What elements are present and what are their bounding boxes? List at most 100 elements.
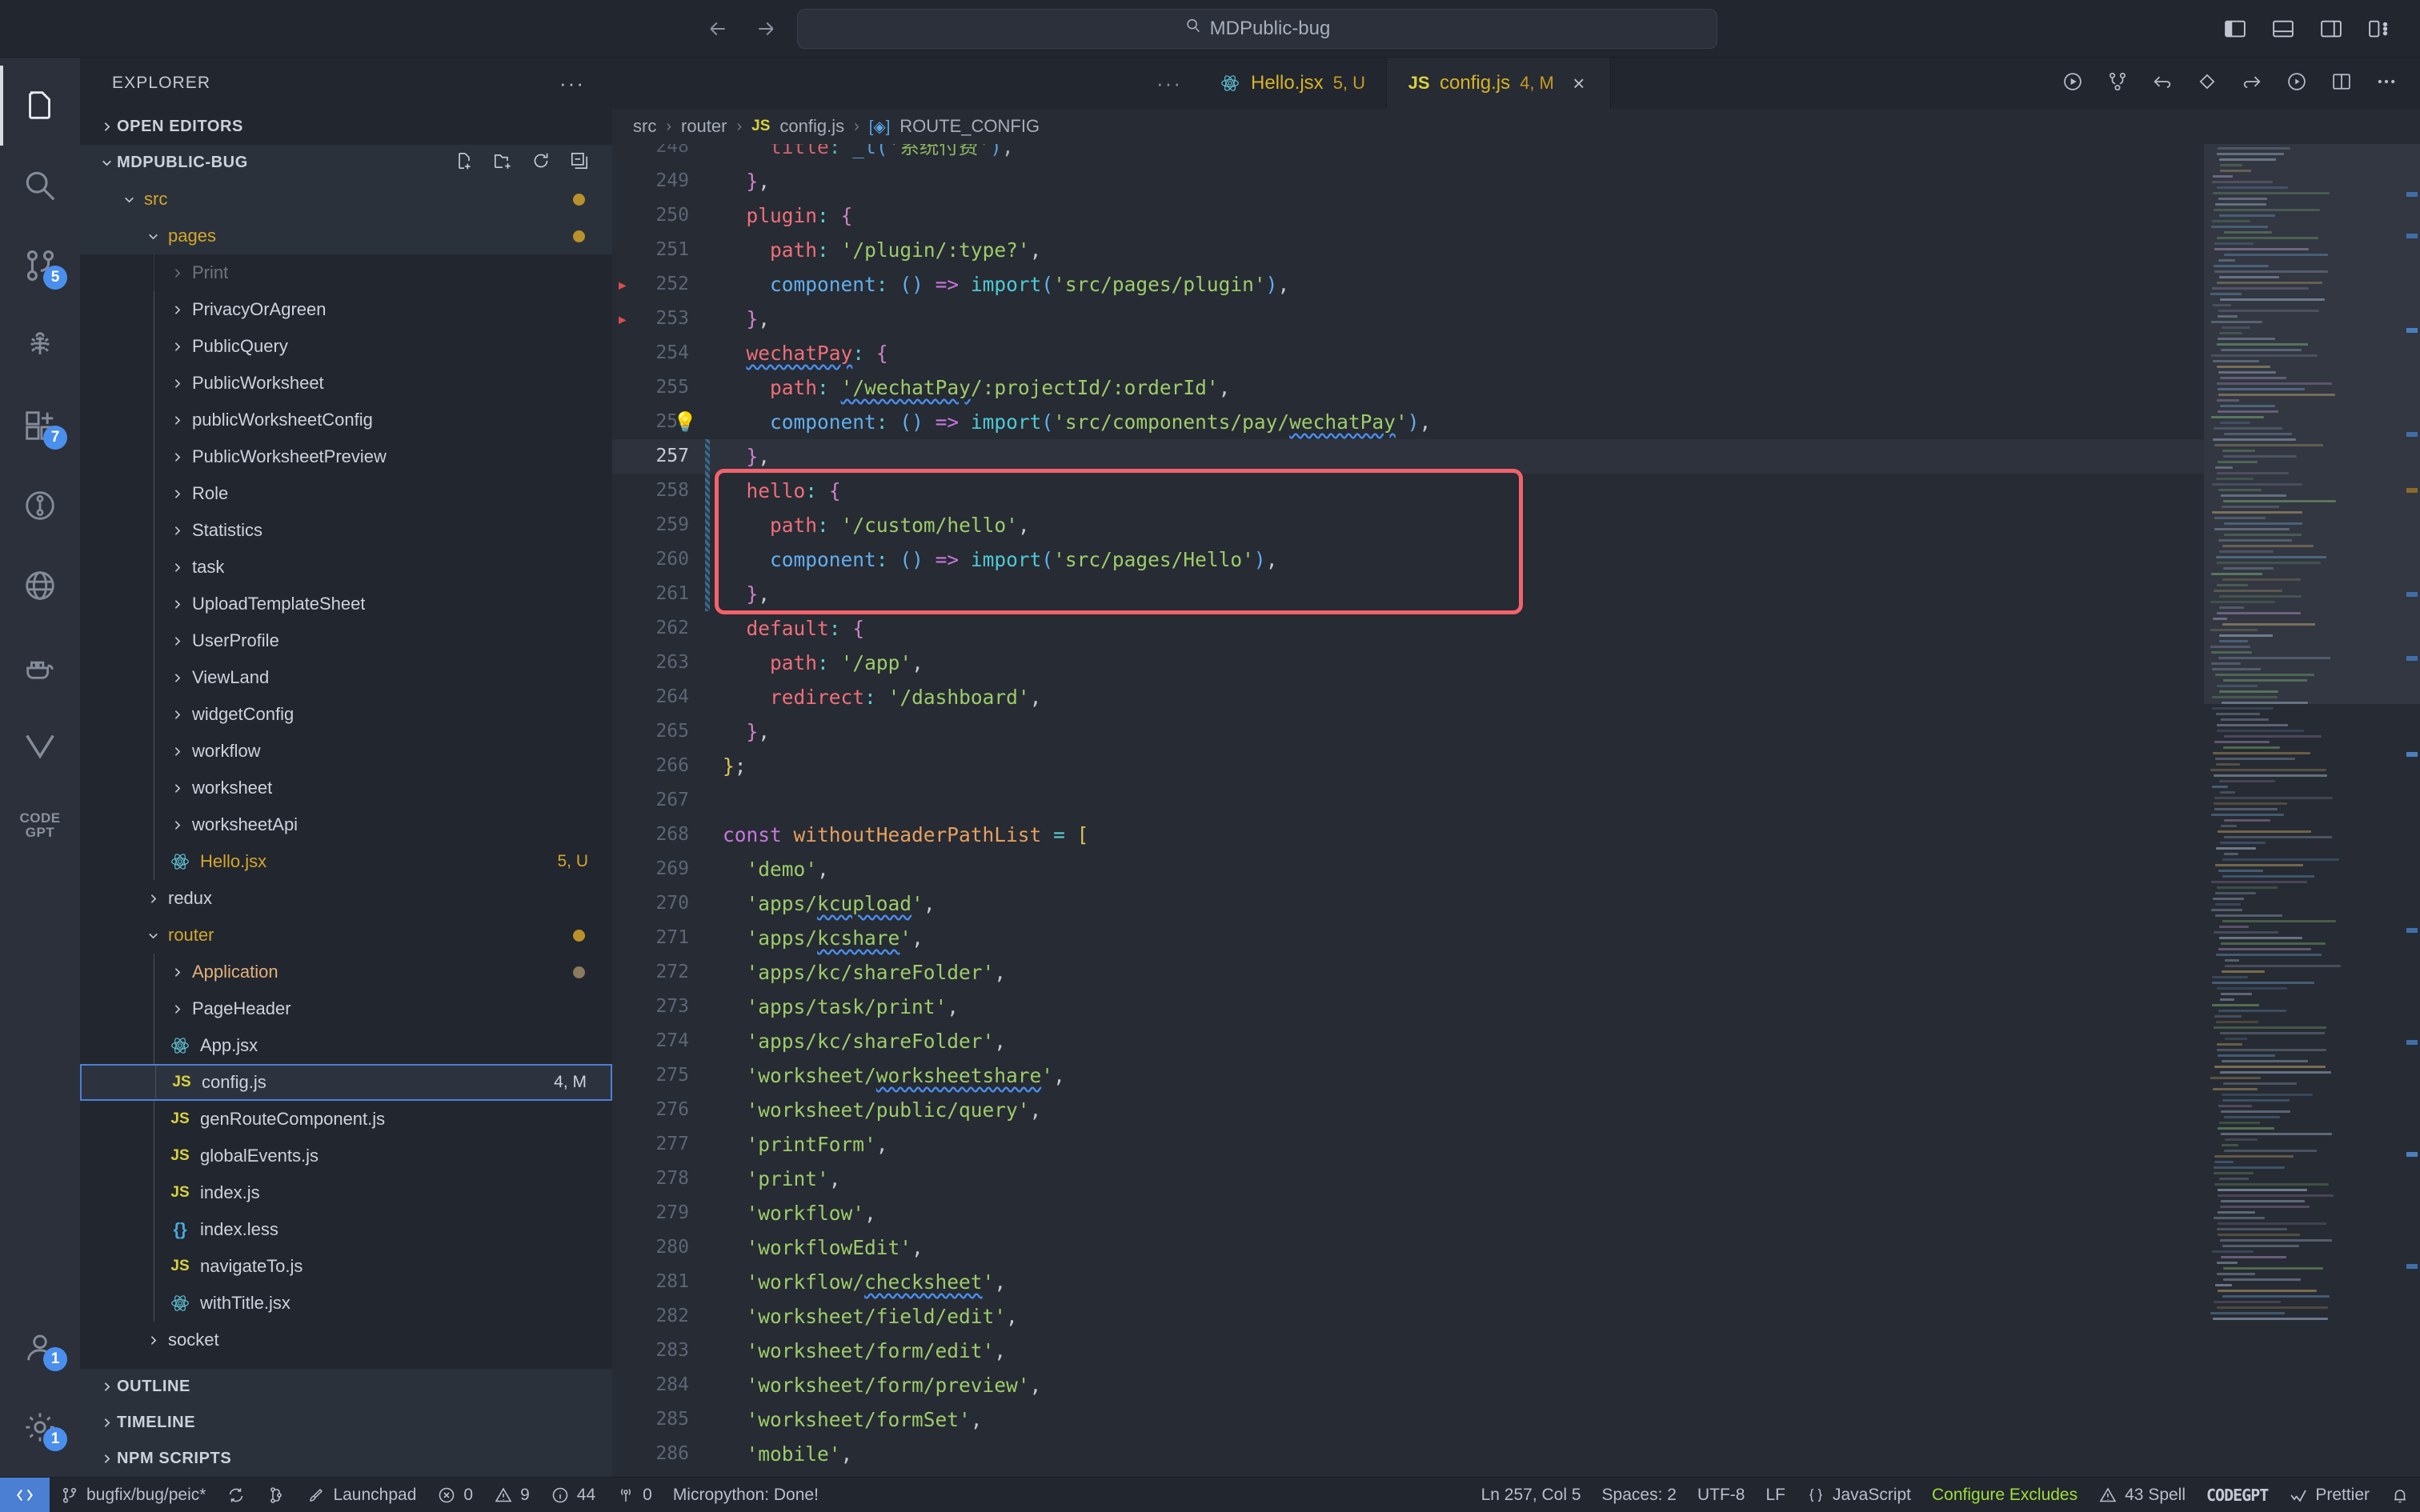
settings-button[interactable]: 1: [0, 1387, 80, 1467]
tree-folder-privacyoragreen[interactable]: PrivacyOrAgreen: [80, 291, 612, 328]
tree-folder-statistics[interactable]: Statistics: [80, 512, 612, 549]
tree-file-index.js[interactable]: JS index.js: [80, 1174, 612, 1211]
sidebar-item-source-control[interactable]: 5: [0, 226, 80, 306]
status-configure-excludes[interactable]: Configure Excludes: [1921, 1478, 2088, 1512]
accounts-button[interactable]: 1: [0, 1307, 80, 1387]
tree-folder-widgetconfig[interactable]: widgetConfig: [80, 696, 612, 733]
tree-folder-print[interactable]: Print: [80, 254, 612, 291]
breakpoint-indicator-icon[interactable]: ▶: [619, 267, 627, 302]
sidebar-item-testing[interactable]: [0, 466, 80, 546]
tree-folder-role[interactable]: Role: [80, 475, 612, 512]
code-line[interactable]: 260 component: () => import('src/pages/H…: [612, 542, 2204, 577]
status-encoding[interactable]: UTF-8: [1687, 1478, 1756, 1512]
code-line[interactable]: 276 'worksheet/public/query',: [612, 1093, 2204, 1127]
code-line[interactable]: 268 const withoutHeaderPathList = [: [612, 818, 2204, 852]
code-line[interactable]: 284 'worksheet/form/preview',: [612, 1368, 2204, 1402]
tree-file-config.js[interactable]: JS config.js 4, M: [80, 1064, 612, 1101]
status-sync-changes[interactable]: [216, 1478, 256, 1512]
tree-file-index.less[interactable]: {} index.less: [80, 1211, 612, 1248]
status-problems-errors[interactable]: 0: [427, 1478, 483, 1512]
status-prettier[interactable]: Prettier: [2278, 1478, 2380, 1512]
code-line[interactable]: 274 'apps/kc/shareFolder',: [612, 1024, 2204, 1058]
code-line[interactable]: 253 ▶ },: [612, 302, 2204, 336]
sidebar-more-actions-icon[interactable]: ···: [559, 71, 585, 96]
tree-file-genroutecomponent.js[interactable]: JS genRouteComponent.js: [80, 1101, 612, 1138]
code-line[interactable]: 265 },: [612, 714, 2204, 749]
customize-layout-icon[interactable]: [2366, 17, 2393, 41]
tree-folder-uploadtemplatesheet[interactable]: UploadTemplateSheet: [80, 586, 612, 622]
code-line[interactable]: 270 'apps/kcupload',: [612, 886, 2204, 921]
code-line[interactable]: 285 'worksheet/formSet',: [612, 1402, 2204, 1437]
tree-file-hello.jsx[interactable]: Hello.jsx 5, U: [80, 843, 612, 880]
status-micropython-status[interactable]: Micropython: Done!: [663, 1478, 829, 1512]
status-language-mode[interactable]: JavaScript: [1796, 1478, 1921, 1512]
code-line[interactable]: 263 path: '/app',: [612, 646, 2204, 680]
code-line[interactable]: 282 'worksheet/field/edit',: [612, 1299, 2204, 1334]
status-notifications[interactable]: [2380, 1478, 2420, 1512]
code-line[interactable]: 257 },: [612, 439, 2204, 474]
arrow-right-icon[interactable]: [752, 15, 779, 42]
circle-icon[interactable]: [2196, 70, 2218, 97]
remote-window-button[interactable]: [0, 1477, 50, 1512]
refresh-icon[interactable]: [531, 150, 551, 176]
code-line[interactable]: 266};: [612, 749, 2204, 783]
status-git-branch[interactable]: bugfix/bug/peic*: [50, 1478, 216, 1512]
code-line[interactable]: 277 'printForm',: [612, 1127, 2204, 1162]
sidebar-item-vue[interactable]: [0, 706, 80, 786]
tabs-overflow-icon[interactable]: ···: [612, 58, 1198, 109]
toggle-panel-icon[interactable]: [2270, 17, 2297, 41]
code-line[interactable]: 269 'demo',: [612, 852, 2204, 886]
minimap[interactable]: [2204, 144, 2420, 1477]
code-line[interactable]: 255 path: '/wechatPay/:projectId/:orderI…: [612, 370, 2204, 405]
tree-file-globalevents.js[interactable]: JS globalEvents.js: [80, 1138, 612, 1174]
status-codegpt[interactable]: CODEGPT: [2196, 1478, 2278, 1512]
status-cursor-position[interactable]: Ln 257, Col 5: [1471, 1478, 1592, 1512]
sidebar-item-docker[interactable]: [0, 626, 80, 706]
tree-folder-application[interactable]: Application: [80, 954, 612, 990]
toggle-secondary-sidebar-icon[interactable]: [2318, 17, 2345, 41]
collapse-all-icon[interactable]: [569, 150, 590, 176]
code-line[interactable]: 287 'worksheet/uploadTemplateSheet',: [612, 1471, 2204, 1477]
section-timeline[interactable]: TIMELINE: [80, 1405, 612, 1441]
breadcrumb-item[interactable]: ROUTE_CONFIG: [899, 116, 1040, 137]
tree-file-withtitle.jsx[interactable]: withTitle.jsx: [80, 1285, 612, 1322]
tree-folder-worksheet[interactable]: worksheet: [80, 770, 612, 806]
run-debug-icon[interactable]: [2286, 70, 2308, 97]
go-back-icon[interactable]: [2151, 70, 2174, 97]
code-line[interactable]: 280 'workflowEdit',: [612, 1230, 2204, 1265]
code-line[interactable]: 275 'worksheet/worksheetshare',: [612, 1058, 2204, 1093]
code-line[interactable]: 248 title: _l('系统付费'),: [612, 144, 2204, 164]
sidebar-item-codegpt[interactable]: CODE GPT: [0, 786, 80, 866]
breadcrumb-item[interactable]: router: [681, 116, 727, 137]
tree-folder-publicworksheetpreview[interactable]: PublicWorksheetPreview: [80, 438, 612, 475]
section-npm-scripts[interactable]: NPM SCRIPTS: [80, 1441, 612, 1477]
status-ports[interactable]: 0: [606, 1478, 663, 1512]
tree-folder-task[interactable]: task: [80, 549, 612, 586]
sidebar-item-explorer[interactable]: [0, 66, 80, 146]
tree-folder-publicquery[interactable]: PublicQuery: [80, 328, 612, 365]
minimap-slider[interactable]: [2204, 144, 2420, 704]
code-line[interactable]: 254 wechatPay: {: [612, 336, 2204, 370]
section-outline[interactable]: OUTLINE: [80, 1369, 612, 1405]
tab-config-js[interactable]: JS config.js 4, M ×: [1387, 58, 1611, 109]
close-icon[interactable]: ×: [1569, 71, 1589, 96]
breakpoint-indicator-icon[interactable]: ▶: [619, 302, 627, 336]
code-line[interactable]: 281 'workflow/checksheet',: [612, 1265, 2204, 1299]
quick-open-search[interactable]: MDPublic-bug: [797, 8, 1717, 49]
code-line[interactable]: 286 'mobile',: [612, 1437, 2204, 1471]
tree-file-app.jsx[interactable]: App.jsx: [80, 1027, 612, 1064]
tree-folder-viewland[interactable]: ViewLand: [80, 659, 612, 696]
code-line[interactable]: 259 path: '/custom/hello',: [612, 508, 2204, 542]
code-line[interactable]: 264 redirect: '/dashboard',: [612, 680, 2204, 714]
tree-folder-pageheader[interactable]: PageHeader: [80, 990, 612, 1027]
code-line[interactable]: 267: [612, 783, 2204, 818]
section-mdpublic-bug[interactable]: MDPUBLIC-BUG: [80, 145, 612, 181]
sidebar-item-search[interactable]: [0, 146, 80, 226]
go-forward-icon[interactable]: [2241, 70, 2263, 97]
more-actions-icon[interactable]: [2375, 70, 2398, 97]
split-editor-icon[interactable]: [2330, 70, 2353, 97]
run-icon[interactable]: [2061, 70, 2084, 97]
status-problems-warnings[interactable]: 9: [483, 1478, 540, 1512]
tree-folder-workflow[interactable]: workflow: [80, 733, 612, 770]
tree-file-navigateto.js[interactable]: JS navigateTo.js: [80, 1248, 612, 1285]
